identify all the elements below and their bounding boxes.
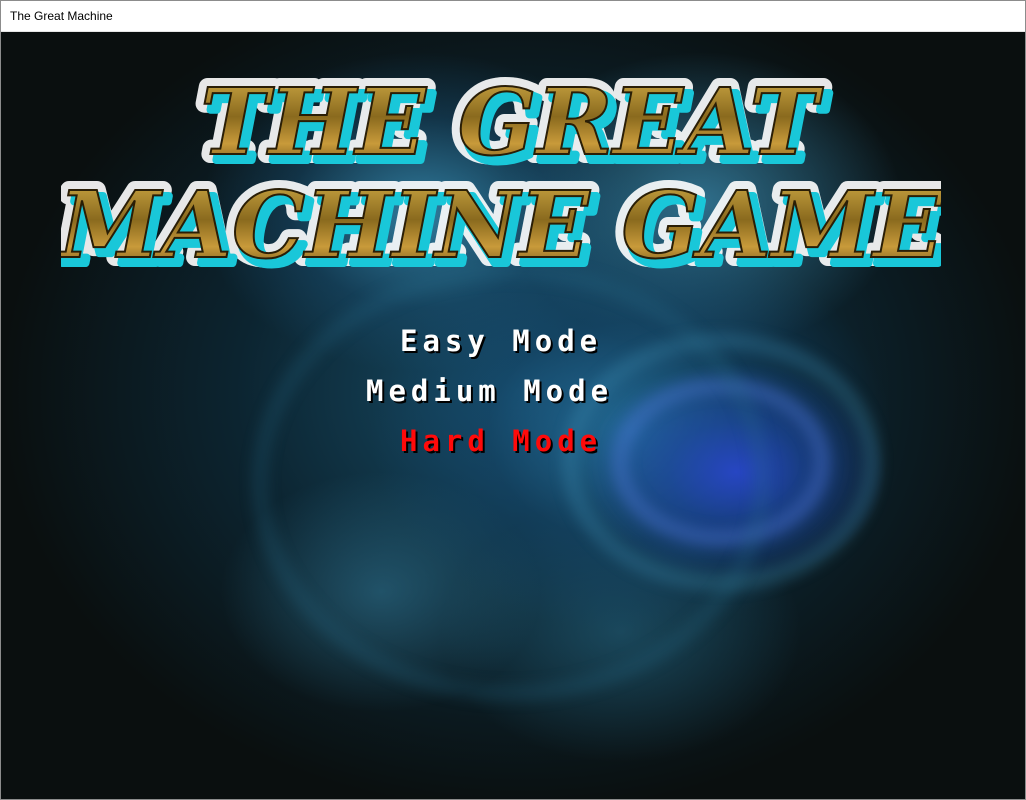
logo-line1: THE GREAT (200, 68, 824, 176)
title-bar[interactable]: The Great Machine (1, 1, 1025, 32)
game-canvas: THE GREAT THE GREAT THE GREAT MACHINE GA… (1, 32, 1025, 799)
menu-item-easy-mode[interactable]: Easy Mode (400, 324, 602, 358)
menu-item-medium-mode[interactable]: Medium Mode (366, 374, 613, 408)
game-window: The Great Machine THE GREAT THE GREAT TH… (0, 0, 1026, 800)
game-logo: THE GREAT THE GREAT THE GREAT MACHINE GA… (61, 59, 941, 282)
logo-line2: MACHINE GAME (61, 171, 941, 279)
menu-item-hard-mode[interactable]: Hard Mode (400, 424, 602, 458)
window-title: The Great Machine (10, 9, 113, 23)
